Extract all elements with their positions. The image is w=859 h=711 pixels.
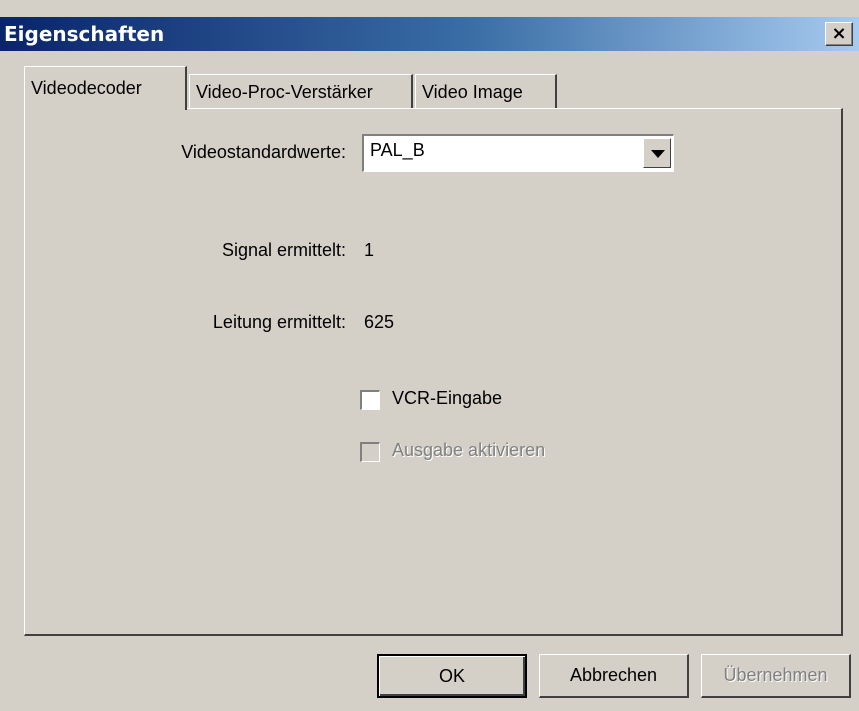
window-title: Eigenschaften (4, 22, 165, 46)
signal-detected-value: 1 (364, 240, 375, 260)
vcr-input-checkbox[interactable] (360, 390, 380, 410)
line-detected-value: 625 (364, 312, 395, 332)
title-bar[interactable]: Eigenschaften × (0, 17, 859, 51)
tab-video-proc-verstaerker[interactable]: Video-Proc-Verstärker (189, 74, 413, 108)
tab-videodecoder[interactable]: Videodecoder (24, 66, 187, 110)
enable-output-label: Ausgabe aktivieren (392, 440, 546, 460)
video-standard-value: PAL_B (370, 140, 425, 160)
cancel-button[interactable]: Abbrechen (539, 654, 689, 698)
dropdown-button[interactable] (643, 138, 671, 168)
video-standard-select[interactable]: PAL_B (362, 134, 674, 172)
apply-button: Übernehmen (701, 654, 851, 698)
ok-button[interactable]: OK (377, 654, 527, 698)
chevron-down-icon (651, 150, 665, 158)
close-button[interactable]: × (825, 22, 853, 46)
video-standard-label: Videostandardwerte: (181, 142, 346, 162)
tab-video-image[interactable]: Video Image (415, 74, 557, 108)
vcr-input-label[interactable]: VCR-Eingabe (392, 388, 502, 409)
signal-detected-label: Signal ermittelt: (221, 240, 346, 260)
enable-output-checkbox (360, 442, 380, 462)
line-detected-label: Leitung ermittelt: (212, 312, 346, 332)
properties-dialog: Eigenschaften × Videodecoder Video-Proc-… (0, 0, 859, 711)
tab-panel (24, 108, 843, 636)
close-icon: × (831, 23, 847, 44)
